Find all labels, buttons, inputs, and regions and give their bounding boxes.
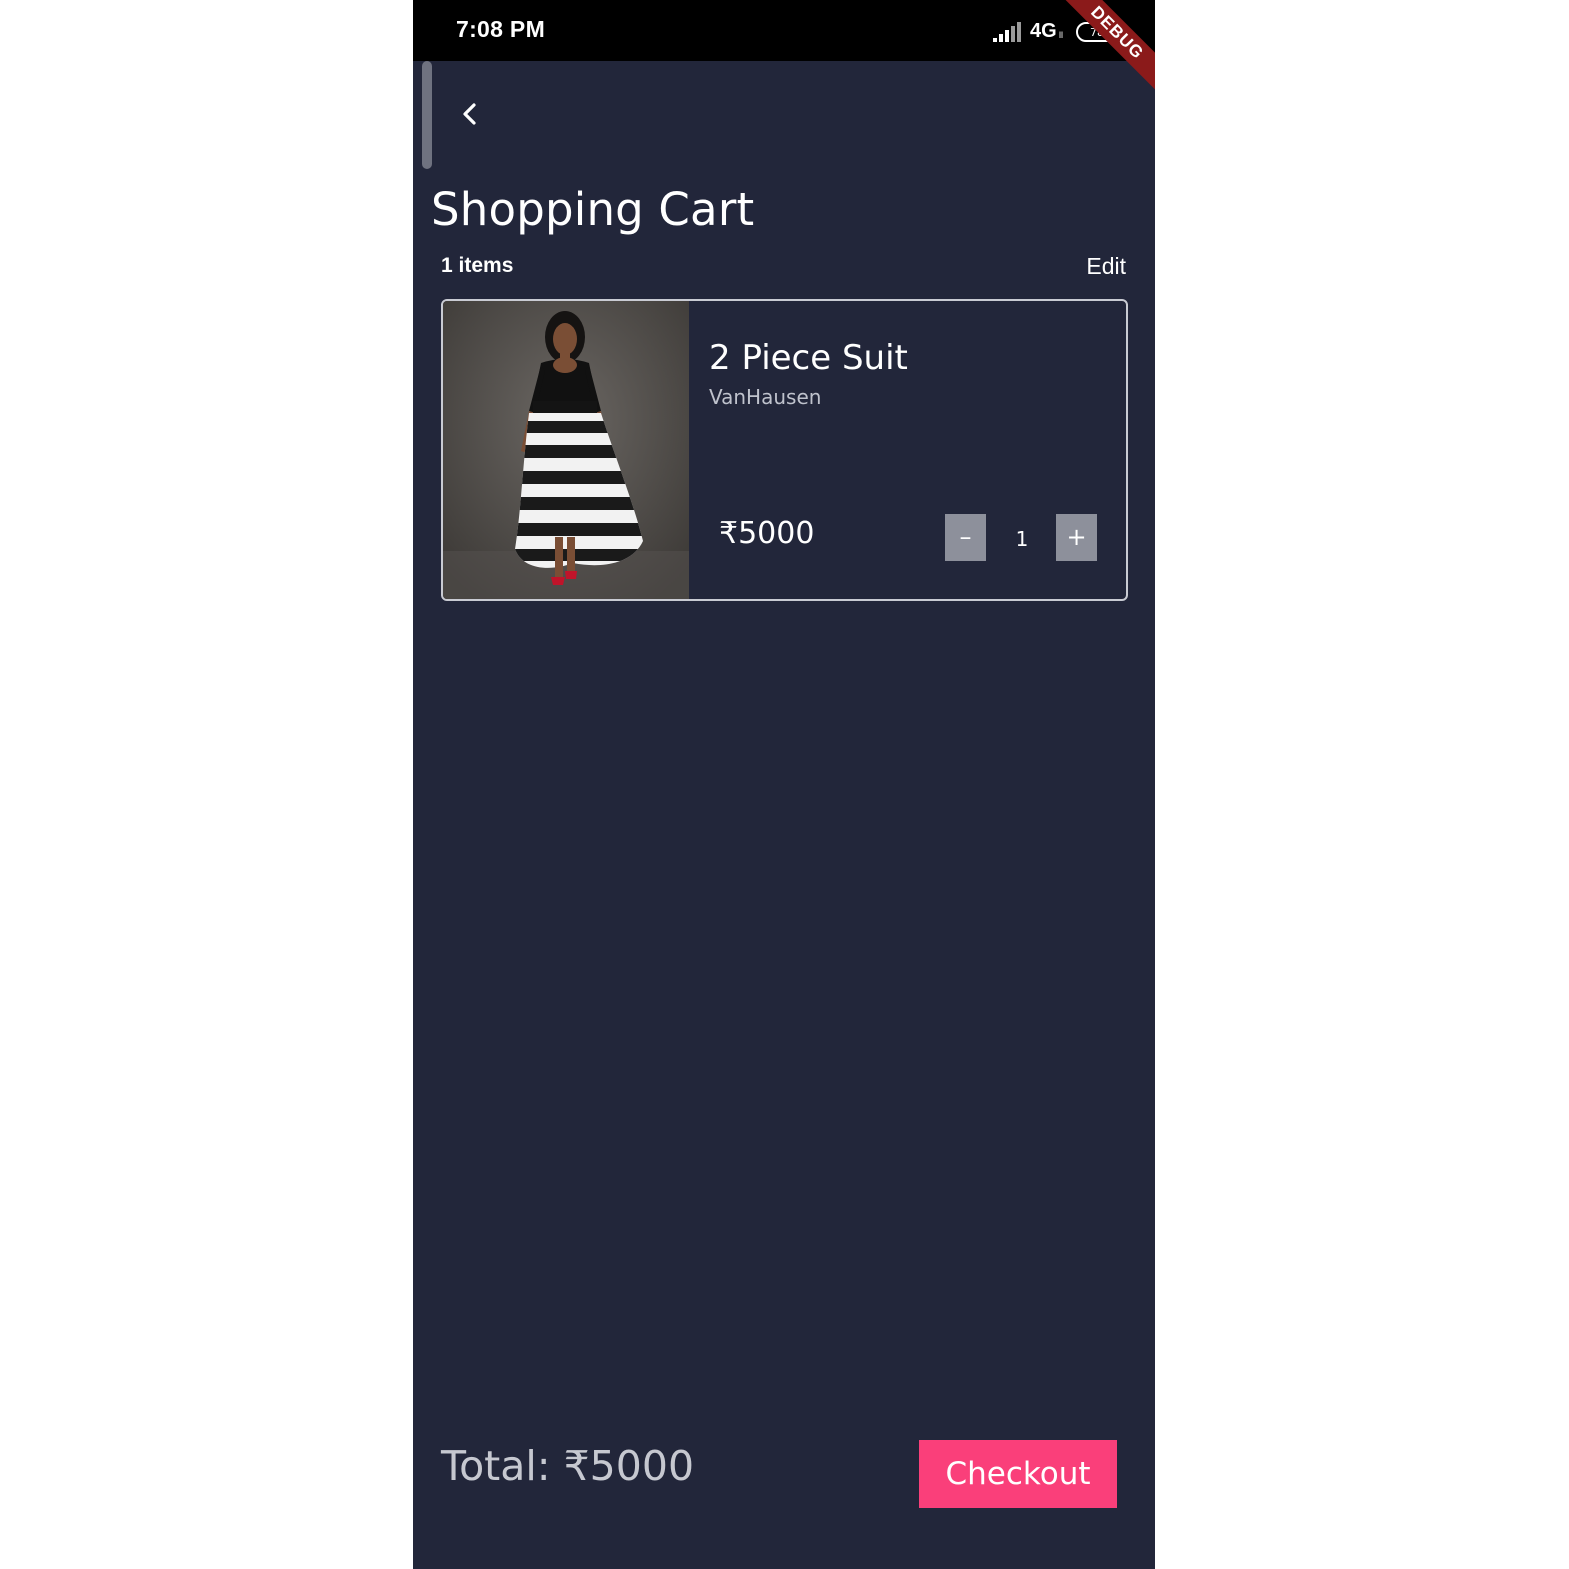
checkout-button[interactable]: Checkout [919, 1440, 1117, 1508]
network-activity: ll [1059, 30, 1063, 40]
product-price: ₹5000 [719, 516, 815, 551]
status-bar: 7:08 PM 4G ll 78 DEBUG [413, 0, 1155, 106]
page-title: Shopping Cart [431, 183, 755, 236]
back-button[interactable] [448, 92, 492, 136]
scroll-indicator[interactable] [422, 61, 432, 169]
cart-item-card[interactable]: 2 Piece Suit VanHausen ₹5000 – 1 + [441, 299, 1128, 601]
decrease-quantity-button[interactable]: – [945, 514, 986, 561]
product-name: 2 Piece Suit [709, 338, 908, 378]
chevron-left-icon [463, 103, 476, 125]
cart-total: Total: ₹5000 [441, 1442, 695, 1490]
increase-quantity-button[interactable]: + [1056, 514, 1097, 561]
product-image[interactable] [443, 301, 689, 599]
debug-banner: DEBUG [1044, 0, 1155, 106]
network-type: 4G [1030, 20, 1057, 42]
signal-icon [993, 22, 1021, 42]
edit-button[interactable]: Edit [1086, 253, 1126, 280]
quantity-value: 1 [1015, 527, 1029, 551]
product-brand: VanHausen [709, 385, 822, 409]
items-count: 1 items [441, 254, 514, 277]
phone-screen: 7:08 PM 4G ll 78 DEBUG Shopping Cart 1 i… [413, 0, 1155, 1569]
status-time: 7:08 PM [456, 16, 546, 42]
